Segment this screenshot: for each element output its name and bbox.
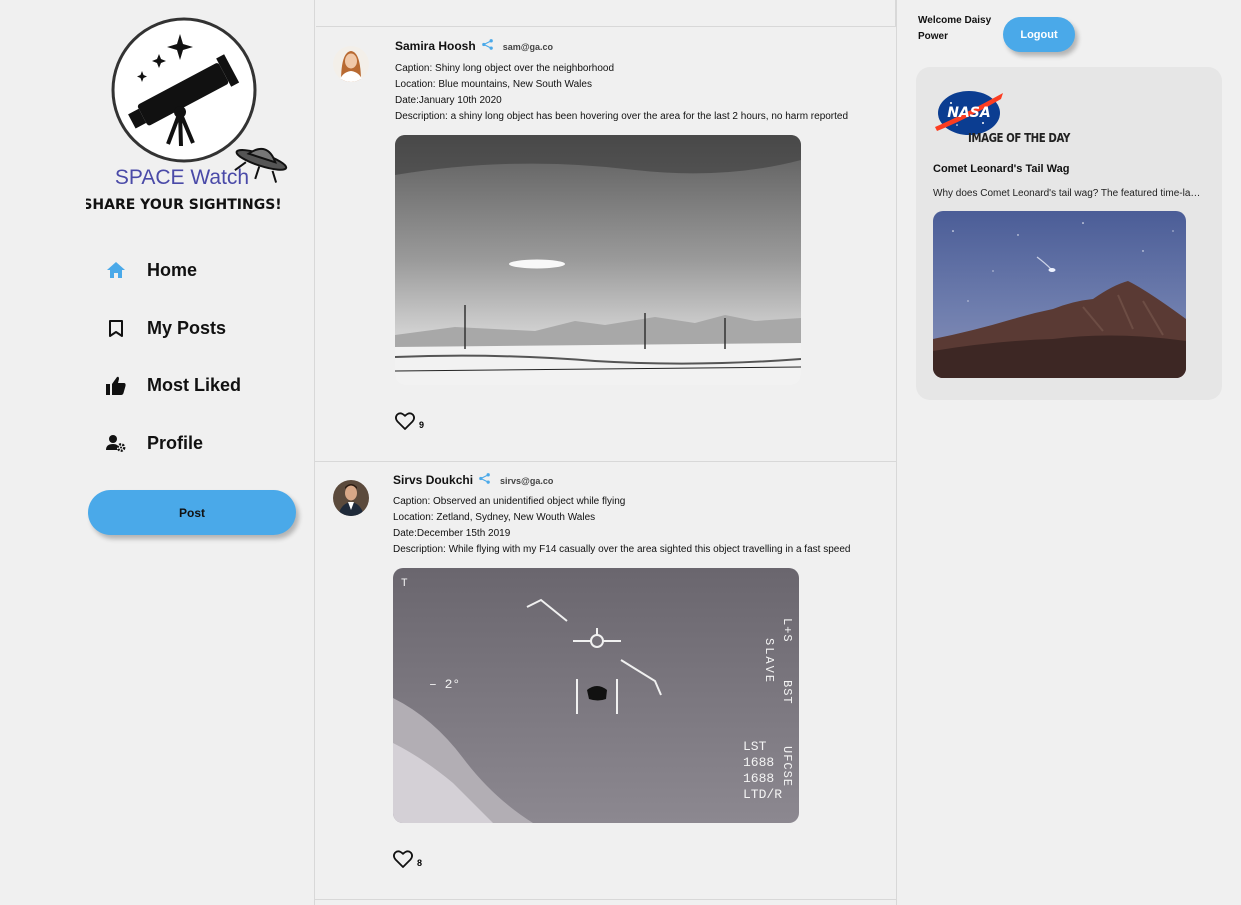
- avatar[interactable]: [333, 480, 369, 516]
- author-email: sirvs@ga.co: [500, 476, 554, 486]
- hud-line-1: LST: [743, 739, 767, 754]
- svg-text:T: T: [401, 578, 408, 590]
- thumbs-up-icon: [104, 373, 128, 397]
- post-meta: Caption: Shiny long object over the neig…: [395, 61, 848, 125]
- post-description: Description: a shiny long object has bee…: [395, 111, 849, 122]
- like-button[interactable]: 9: [395, 412, 424, 430]
- logout-button[interactable]: Logout: [1003, 17, 1075, 52]
- home-icon: [104, 258, 128, 282]
- author-email: sam@ga.co: [502, 42, 553, 52]
- heart-icon[interactable]: [393, 850, 413, 868]
- nav-item-home[interactable]: Home: [104, 255, 197, 285]
- post-date: Date:January 10th 2020: [395, 95, 502, 106]
- image-of-the-day-label: IMAGE OF THE DAY: [968, 131, 1070, 145]
- post-header: Samira Hoosh sam@ga.co: [395, 39, 553, 53]
- author-name[interactable]: Samira Hoosh: [395, 39, 476, 53]
- nav-label-home: Home: [147, 259, 198, 280]
- post-photo[interactable]: – 2° T SLAVE L+S BST LST 1688 1688 LTD/R…: [393, 568, 799, 823]
- post-card: Sirvs Doukchi sirvs@ga.co Caption: Obser…: [315, 462, 897, 900]
- post-meta: Caption: Observed an unidentified object…: [393, 494, 850, 558]
- nav-label-profile: Profile: [147, 432, 204, 453]
- post-caption: Caption: Observed an unidentified object…: [393, 496, 626, 507]
- post-card: Samira Hoosh sam@ga.co Caption: Shiny lo…: [315, 28, 897, 462]
- post-photo[interactable]: [395, 135, 801, 385]
- nav-label-most-liked: Most Liked: [147, 374, 242, 395]
- post-caption: Caption: Shiny long object over the neig…: [395, 63, 615, 74]
- apod-photo[interactable]: [933, 211, 1186, 378]
- share-icon[interactable]: [481, 39, 493, 50]
- like-count: 8: [417, 858, 423, 868]
- post-header: Sirvs Doukchi sirvs@ga.co: [393, 473, 553, 487]
- nav-label-my-posts: My Posts: [147, 317, 227, 338]
- hud-line-3: 1688: [743, 771, 774, 786]
- brand-tagline: SHARE YOUR SIGHTINGS!: [86, 197, 282, 213]
- brand-name: SPACE Watch: [115, 166, 249, 189]
- post-date: Date:December 15th 2019: [393, 528, 511, 539]
- image-of-the-day-card: NASA IMAGE OF THE DAY Comet Leonard's Ta…: [916, 67, 1222, 400]
- avatar[interactable]: [333, 46, 369, 82]
- hud-bst: BST: [780, 680, 794, 705]
- like-count: 9: [419, 420, 425, 430]
- hud-ufcse: UFCSE: [780, 746, 794, 787]
- post-button[interactable]: Post: [88, 490, 296, 535]
- bookmark-icon: [104, 316, 128, 340]
- feed-header: [316, 0, 896, 27]
- hud-ls: L+S: [780, 618, 794, 643]
- hud-line-2: 1688: [743, 755, 774, 770]
- author-name[interactable]: Sirvs Doukchi: [393, 473, 473, 487]
- nav-item-most-liked[interactable]: Most Liked: [104, 370, 241, 400]
- nav-item-my-posts[interactable]: My Posts: [104, 313, 226, 343]
- manage-account-icon: [104, 431, 128, 455]
- like-button[interactable]: 8: [393, 850, 422, 868]
- sidebar: SPACE Watch SHARE YOUR SIGHTINGS! Home M…: [0, 0, 315, 905]
- svg-text:NASA: NASA: [947, 105, 990, 121]
- hud-slave: SLAVE: [762, 638, 776, 684]
- welcome-text: Welcome Daisy Power: [918, 15, 992, 42]
- nav-item-profile[interactable]: Profile: [104, 428, 203, 458]
- nasa-logo: NASA: [933, 85, 1005, 137]
- space-watch-logo[interactable]: SPACE Watch SHARE YOUR SIGHTINGS!: [82, 16, 290, 216]
- post-location: Location: Zetland, Sydney, New Wouth Wal…: [393, 512, 596, 523]
- share-icon[interactable]: [479, 473, 490, 484]
- post-description: Description: While flying with my F14 ca…: [393, 544, 851, 555]
- hud-line-4: LTD/R: [743, 787, 782, 802]
- apod-description: Why does Comet Leonard's tail wag? The f…: [933, 188, 1203, 199]
- feed: Samira Hoosh sam@ga.co Caption: Shiny lo…: [314, 0, 897, 905]
- apod-title[interactable]: Comet Leonard's Tail Wag: [933, 163, 1069, 175]
- hud-angle: – 2°: [429, 677, 460, 692]
- post-location: Location: Blue mountains, New South Wale…: [395, 79, 592, 90]
- heart-icon[interactable]: [395, 412, 415, 430]
